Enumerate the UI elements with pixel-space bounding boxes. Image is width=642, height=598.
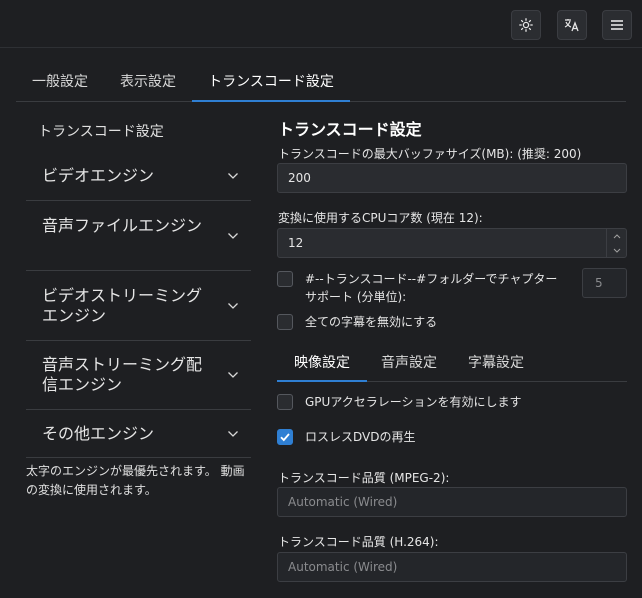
buffer-size-label: トランスコードの最大バッファサイズ(MB): (推奨: 200): [278, 147, 582, 161]
lossless-dvd-checkbox[interactable]: [277, 429, 293, 445]
tab-general[interactable]: 一般設定: [16, 62, 104, 102]
top-toolbar: [0, 0, 642, 48]
stepper-down-button[interactable]: [607, 243, 626, 257]
chevron-down-icon: [228, 372, 238, 378]
sun-icon: [519, 18, 533, 32]
quality-h264-field[interactable]: Automatic (Wired): [277, 552, 627, 582]
hamburger-menu-icon: [611, 20, 623, 30]
chapter-support-label: #--トランスコード--#フォルダーでチャプターサポート (分単位):: [305, 272, 558, 304]
quality-h264-label: トランスコード品質 (H.264):: [278, 535, 439, 549]
accordion-video-engine[interactable]: ビデオエンジン: [26, 154, 251, 201]
tab-subtitle-settings[interactable]: 字幕設定: [451, 346, 541, 382]
accordion-video-streaming-engine[interactable]: ビデオストリーミングエンジン: [26, 271, 251, 341]
tab-audio-settings[interactable]: 音声設定: [367, 346, 451, 382]
accordion-label: その他エンジン: [42, 424, 155, 443]
buffer-size-input[interactable]: 200: [277, 163, 627, 193]
language-button[interactable]: [557, 10, 587, 40]
accordion-other-engine[interactable]: その他エンジン: [26, 410, 251, 458]
accordion-audio-file-engine[interactable]: 音声ファイルエンジン: [26, 201, 251, 271]
lossless-dvd-label: ロスレスDVDの再生: [305, 430, 416, 444]
stepper-up-button[interactable]: [607, 229, 626, 243]
tab-transcode[interactable]: トランスコード設定: [192, 62, 350, 102]
sub-tab-bar: 映像設定 音声設定 字幕設定: [277, 346, 627, 382]
chevron-down-icon: [228, 303, 238, 309]
menu-button[interactable]: [602, 10, 632, 40]
quality-mpeg2-field[interactable]: Automatic (Wired): [277, 487, 627, 517]
chevron-up-icon: [613, 233, 620, 238]
gpu-acceleration-checkbox[interactable]: [277, 394, 293, 410]
gpu-acceleration-label: GPUアクセラレーションを有効にします: [305, 395, 522, 409]
checkmark-icon: [280, 433, 290, 442]
cpu-cores-label: 変換に使用するCPUコア数 (現在 12):: [278, 211, 483, 225]
stepper-controls: [606, 229, 626, 257]
accordion-label: ビデオストリーミングエンジン: [42, 286, 203, 325]
chevron-down-icon: [613, 248, 620, 253]
translate-icon: [564, 19, 579, 32]
cpu-cores-stepper[interactable]: 12: [277, 228, 627, 258]
chapter-minutes-input[interactable]: 5: [582, 268, 627, 298]
accordion-label: 音声ファイルエンジン: [42, 216, 203, 235]
section-title: トランスコード設定: [278, 120, 422, 139]
accordion-label: ビデオエンジン: [42, 166, 155, 185]
chevron-down-icon: [228, 431, 238, 437]
chevron-down-icon: [228, 173, 238, 179]
accordion-audio-streaming-engine[interactable]: 音声ストリーミング配信エンジン: [26, 341, 251, 410]
sidebar-note: 太字のエンジンが最優先されます。 動画の変換に使用されます。: [26, 464, 245, 497]
main-tab-bar: 一般設定 表示設定 トランスコード設定: [16, 62, 626, 102]
tab-display[interactable]: 表示設定: [104, 62, 192, 102]
tab-video-settings[interactable]: 映像設定: [277, 346, 367, 382]
quality-mpeg2-label: トランスコード品質 (MPEG-2):: [278, 471, 450, 485]
cpu-cores-value: 12: [288, 236, 304, 250]
sidebar-title: トランスコード設定: [38, 124, 164, 140]
disable-subtitles-label: 全ての字幕を無効にする: [305, 315, 438, 329]
accordion-label: 音声ストリーミング配信エンジン: [42, 355, 203, 394]
chapter-support-checkbox[interactable]: [277, 271, 293, 287]
chevron-down-icon: [228, 233, 238, 239]
disable-subtitles-checkbox[interactable]: [277, 314, 293, 330]
theme-toggle-button[interactable]: [511, 10, 541, 40]
